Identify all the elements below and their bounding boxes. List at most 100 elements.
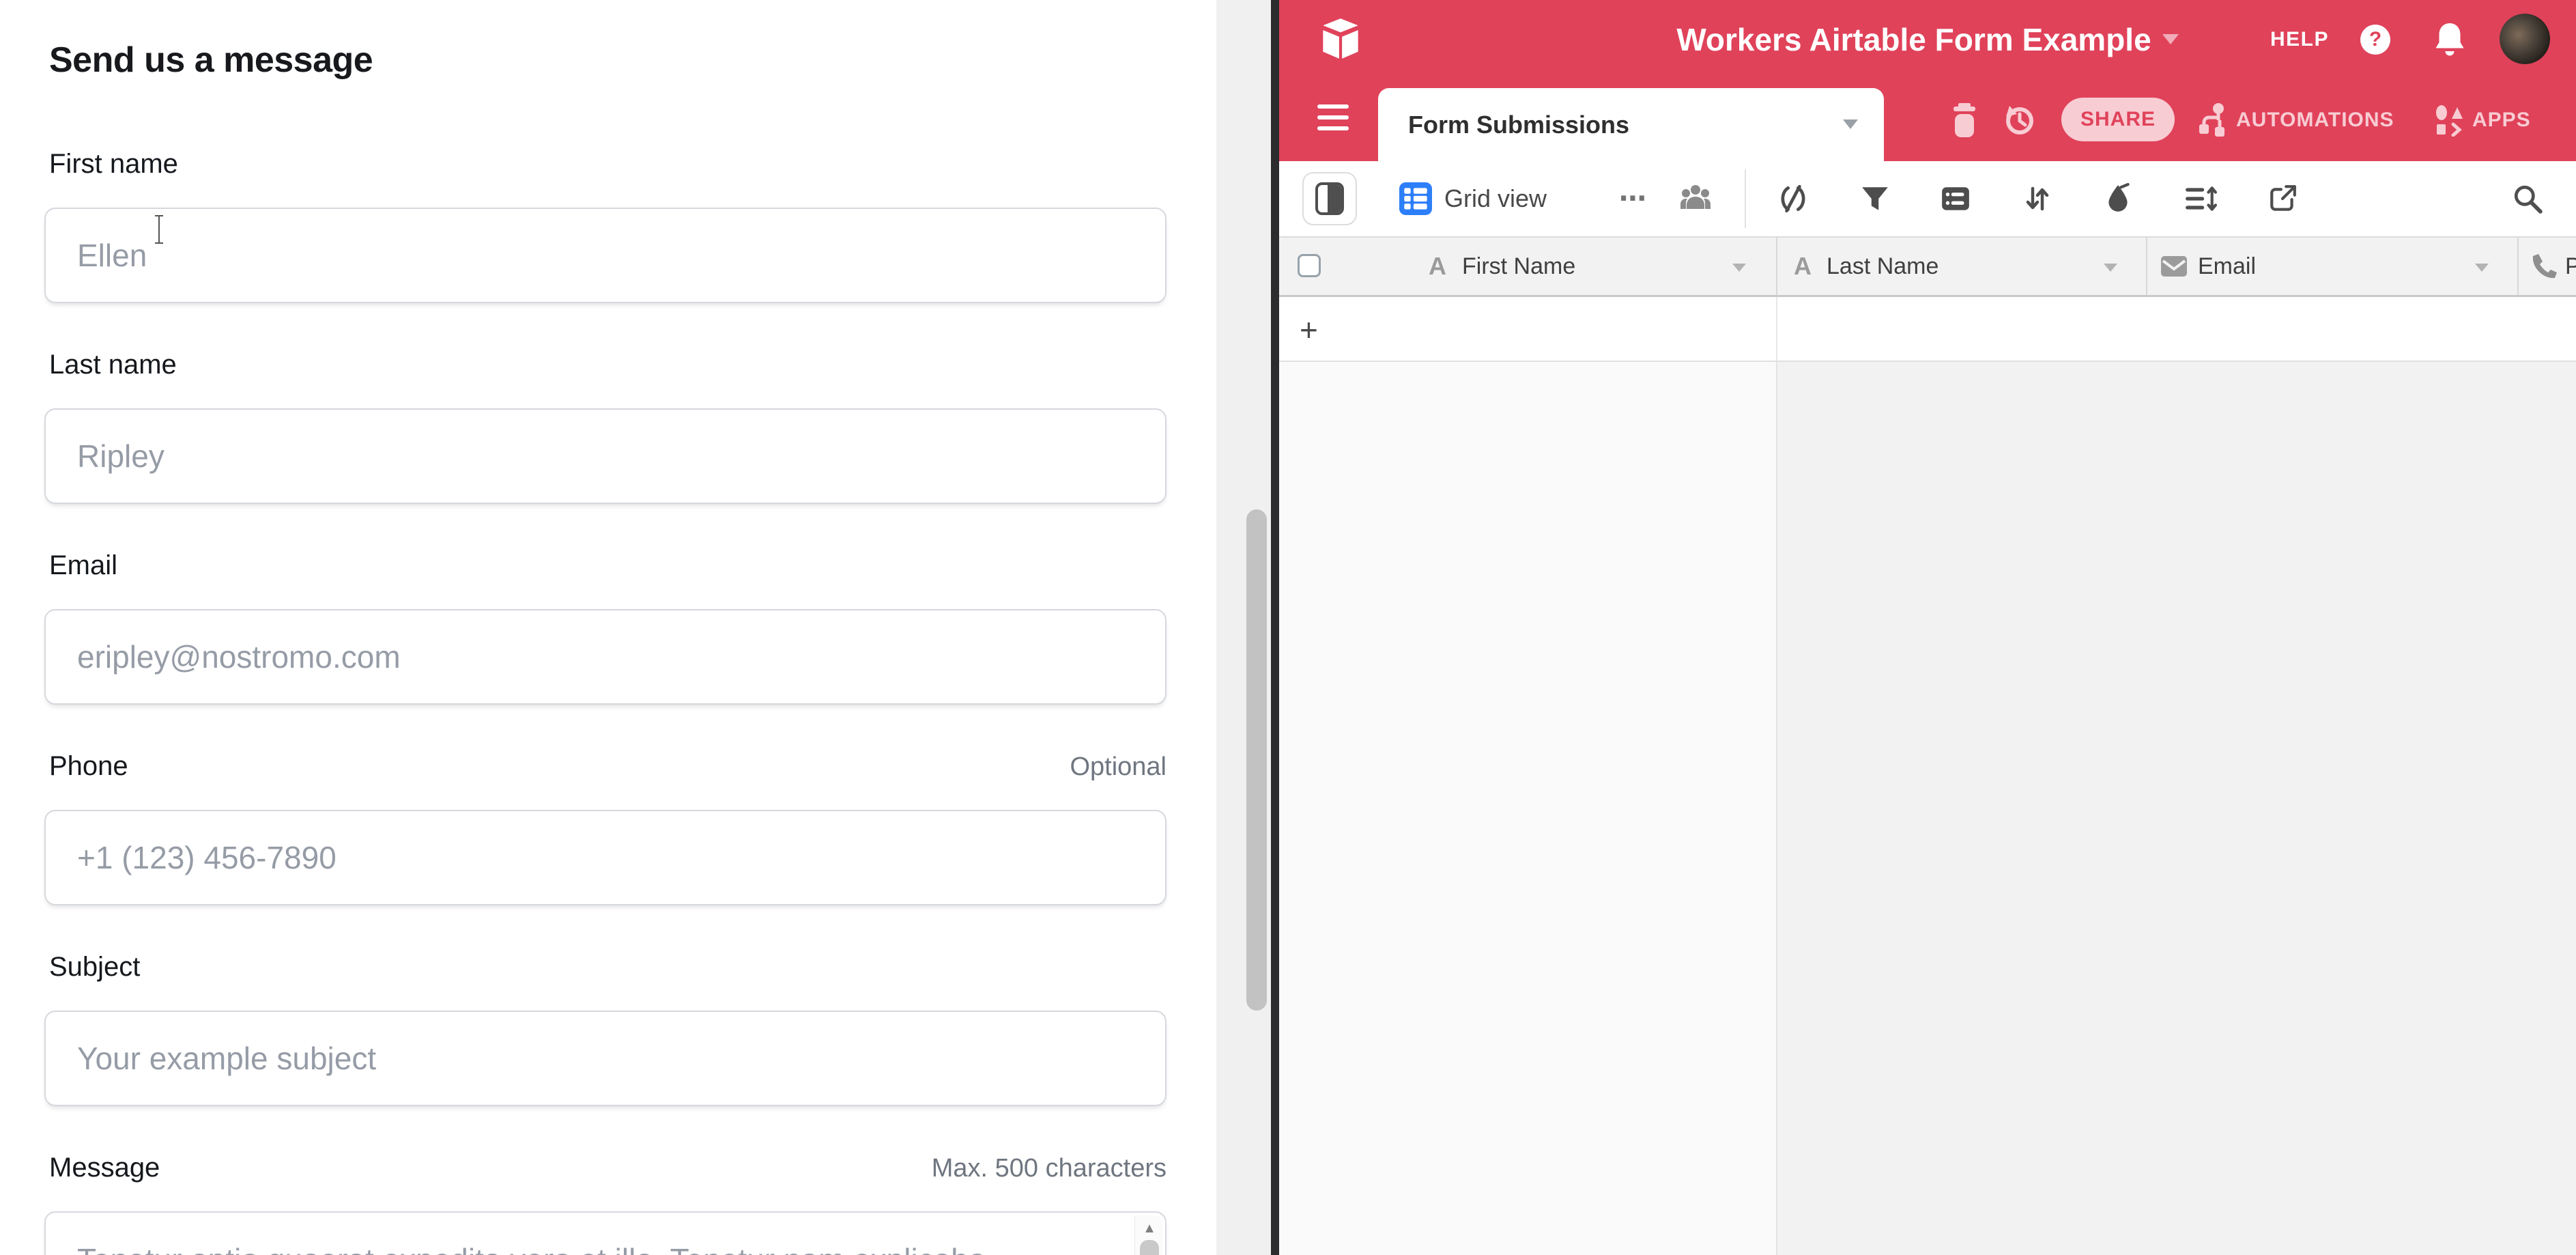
tab-chevron-down-icon[interactable] <box>1843 119 1858 129</box>
tab-form-submissions[interactable]: Form Submissions <box>1378 88 1884 161</box>
add-record-plus-icon[interactable] <box>1300 297 1318 362</box>
subject-label: Subject <box>49 952 140 983</box>
ellipsis-icon <box>1619 183 1648 214</box>
collaborators-icon <box>1679 183 1712 214</box>
airtable-topbar: Workers Airtable Form Example HELP <box>1279 0 2576 79</box>
search-button[interactable] <box>2512 161 2543 236</box>
email-label: Email <box>49 550 117 581</box>
view-switcher[interactable]: Grid view <box>1399 161 1547 236</box>
row-height-icon <box>2184 184 2217 213</box>
column-menu-chevron-icon[interactable] <box>2475 264 2489 272</box>
view-toolbar: Grid view <box>1279 161 2576 238</box>
row-height-button[interactable] <box>2184 161 2217 236</box>
chevron-down-icon <box>2162 34 2179 44</box>
message-label: Message <box>49 1153 160 1183</box>
toolbar-divider <box>1745 169 1746 228</box>
column-menu-chevron-icon[interactable] <box>1732 264 1746 272</box>
phone-input[interactable] <box>44 810 1167 905</box>
first-name-input[interactable] <box>44 208 1167 303</box>
field-email: Email <box>44 550 1167 705</box>
column-divider[interactable] <box>2517 238 2519 295</box>
row-color-icon <box>2104 183 2132 214</box>
airtable-tab-row: Form Submissions SHARE <box>1279 79 2576 161</box>
sort-button[interactable] <box>2023 161 2052 236</box>
apps-icon <box>2435 104 2464 137</box>
column-header-last-name[interactable]: Last Name <box>1827 238 1938 295</box>
share-button[interactable]: SHARE <box>2061 98 2175 141</box>
last-name-input[interactable] <box>44 408 1167 504</box>
trash-icon <box>1951 102 1978 139</box>
panel-icon <box>1315 182 1344 215</box>
airtable-pane: Workers Airtable Form Example HELP Form … <box>1279 0 2576 1255</box>
form-title: Send us a message <box>49 40 373 81</box>
automations-icon <box>2196 102 2228 138</box>
column-header-email[interactable]: Email <box>2198 238 2256 295</box>
share-view-icon <box>2267 184 2298 214</box>
column-header-first-name[interactable]: First Name <box>1462 238 1575 295</box>
field-last-name: Last name <box>44 350 1167 504</box>
message-scrollbar-thumb[interactable] <box>1140 1240 1159 1255</box>
trash-button[interactable] <box>1951 79 1978 161</box>
filter-icon <box>1859 184 1891 213</box>
phone-label: Phone <box>49 751 128 782</box>
text-cursor-icon <box>152 213 167 246</box>
last-name-label: Last name <box>49 350 177 380</box>
hamburger-menu-icon[interactable] <box>1317 104 1349 137</box>
email-field-icon <box>2161 238 2187 295</box>
field-message: Message Max. 500 characters <box>44 1153 1167 1255</box>
history-icon <box>2001 103 2035 137</box>
hide-fields-icon <box>1777 184 1809 213</box>
field-subject: Subject <box>44 952 1167 1106</box>
column-divider <box>1776 297 1777 361</box>
grid-empty-area-secondary <box>1777 362 2576 1255</box>
contact-form-pane: Send us a message First name Last name E… <box>0 0 1216 1255</box>
row-color-button[interactable] <box>2104 161 2132 236</box>
message-scrollbar[interactable] <box>1134 1215 1163 1255</box>
first-name-label: First name <box>49 149 178 180</box>
question-mark-icon[interactable] <box>2360 25 2390 55</box>
column-menu-chevron-icon[interactable] <box>2104 264 2117 272</box>
column-divider[interactable] <box>1776 238 1777 295</box>
user-avatar[interactable] <box>2500 14 2550 64</box>
share-view-button[interactable] <box>2267 161 2298 236</box>
sort-icon <box>2023 184 2052 213</box>
automations-button[interactable]: AUTOMATIONS <box>2196 79 2394 161</box>
search-icon <box>2512 183 2543 214</box>
scroll-up-arrow-icon[interactable] <box>1135 1221 1164 1237</box>
view-name-label: Grid view <box>1444 184 1547 213</box>
base-title[interactable]: Workers Airtable Form Example <box>1676 21 2151 58</box>
column-header-phone[interactable]: Phone <box>2565 238 2576 295</box>
help-button[interactable]: HELP <box>2270 0 2329 79</box>
phone-field-icon <box>2530 238 2557 295</box>
select-all-checkbox[interactable] <box>1298 254 1321 277</box>
grid-empty-area-primary <box>1279 362 1776 1255</box>
hide-fields-button[interactable] <box>1777 161 1809 236</box>
apps-button[interactable]: APPS <box>2435 79 2531 161</box>
browser-scrollbar[interactable] <box>1216 0 1271 1255</box>
field-first-name: First name <box>44 149 1167 303</box>
column-divider[interactable] <box>2146 238 2147 295</box>
text-field-icon <box>1794 238 1812 295</box>
group-button[interactable] <box>1940 161 1971 236</box>
table-header-row: First Name Last Name Email Phone <box>1279 238 2576 297</box>
group-icon <box>1940 184 1971 213</box>
field-phone: Phone Optional <box>44 751 1167 905</box>
history-button[interactable] <box>2001 79 2035 161</box>
phone-optional-note: Optional <box>1070 752 1167 782</box>
browser-scrollbar-thumb[interactable] <box>1246 509 1267 1011</box>
filter-button[interactable] <box>1859 161 1891 236</box>
screen: Send us a message First name Last name E… <box>0 0 2576 1255</box>
view-sidebar-toggle-button[interactable] <box>1302 172 1357 225</box>
view-options-button[interactable] <box>1619 161 1648 236</box>
column-divider <box>1776 362 1777 1255</box>
subject-input[interactable] <box>44 1011 1167 1106</box>
add-record-row[interactable] <box>1279 297 2576 362</box>
email-input[interactable] <box>44 609 1167 705</box>
text-field-icon <box>1429 238 1446 295</box>
message-textarea[interactable] <box>44 1211 1167 1255</box>
message-maxchars-note: Max. 500 characters <box>932 1154 1167 1183</box>
grid-view-icon <box>1399 182 1432 215</box>
notifications-bell-icon[interactable] <box>2434 22 2465 57</box>
collaborators-button[interactable] <box>1679 161 1712 236</box>
pane-divider[interactable] <box>1271 0 1279 1255</box>
